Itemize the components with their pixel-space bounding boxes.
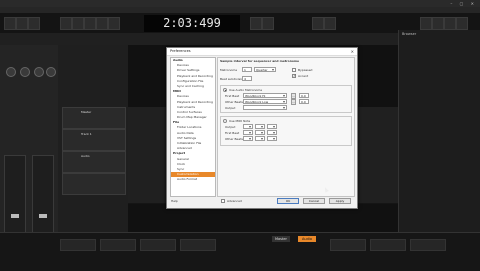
bottom-slot[interactable] [100,239,136,251]
bypassed-label: Bypassed [298,68,313,72]
window-titlebar: – ▢ ✕ [0,0,480,7]
other-beats-select[interactable]: Woodblock Low [243,99,287,104]
close-icon[interactable]: ✕ [351,48,354,55]
preferences-nav: Audio Devices Driver Settings Playback and … [170,57,216,197]
bottom-slot[interactable] [60,239,96,251]
bottom-value[interactable]: Master [272,236,290,242]
midi-row-select[interactable] [267,130,277,135]
track-header[interactable]: Master [62,107,126,129]
track-name: Audio [81,154,90,158]
midi-row-select[interactable] [243,136,253,141]
forward-button[interactable] [72,17,84,30]
other-beats-label: Other Beats [225,100,243,104]
midi-metronome-group: Use MIDI Note Output First Beat Other Be… [220,116,352,146]
advanced-label: Advanced [227,199,242,203]
accent-label: Accent [298,74,309,78]
output-select[interactable] [243,105,287,110]
dialog-titlebar: Preferences ✕ [167,48,357,56]
bottom-slot[interactable] [330,239,366,251]
track-list: Master Track 1 Audio [58,45,129,248]
loop-button[interactable] [250,17,262,30]
bottom-slot[interactable] [370,239,406,251]
transport-button[interactable] [4,17,16,30]
stop-button[interactable] [84,17,96,30]
midi-row-select[interactable] [267,136,277,141]
advanced-checkbox[interactable] [221,199,225,203]
dialog-title: Preferences [170,49,191,53]
metronome-unit-select[interactable]: Quarter [254,67,276,72]
midi-row-label: Output [225,125,236,129]
metronome-value-field[interactable]: 1 [242,67,252,72]
other-beats-browse-button[interactable]: … [291,99,296,105]
audio-metronome-radio[interactable] [223,88,227,92]
midi-note-label: Use MIDI Note [229,119,251,123]
accent-checkbox[interactable] [292,73,296,78]
play-button[interactable] [96,17,108,30]
ok-button[interactable]: OK [277,198,299,204]
first-beat-volume-field[interactable]: 0.0 [299,93,309,98]
window-controls[interactable]: – ▢ ✕ [450,0,477,7]
midi-row-select[interactable] [267,124,277,129]
midi-row-select[interactable] [255,124,265,129]
section-heading: Sample interval for sequencer and metron… [220,59,300,63]
audio-metronome-group: Use Audio Metronome First Beat Woodblock… [220,85,352,113]
bypassed-checkbox[interactable] [292,68,296,72]
help-label[interactable]: Help [171,199,178,203]
midi-note-radio[interactable] [223,119,227,123]
click-button[interactable] [324,17,336,30]
apply-button[interactable]: Apply [329,198,351,204]
transport-button[interactable] [28,17,40,30]
timecode-display: 2:03:499 [144,15,240,32]
view-button[interactable] [444,17,456,30]
nav-item[interactable]: Audio Format [171,177,215,182]
bottom-slot[interactable] [140,239,176,251]
record-button[interactable] [108,17,120,30]
bottom-bar: Master Audio [0,232,480,271]
bottom-value-active[interactable]: Audio [298,236,316,242]
inspector-panel [0,45,59,248]
preferences-content: Sample interval for sequencer and metron… [217,57,355,197]
midi-row-select[interactable] [243,130,253,135]
pan-knob[interactable] [34,67,44,77]
pan-knob[interactable] [46,67,56,77]
view-button[interactable] [420,17,432,30]
view-button[interactable] [456,17,468,30]
right-zone: Browser MIDI Metronome [398,30,480,248]
bottom-slot[interactable] [410,239,446,251]
punch-button[interactable] [262,17,274,30]
midi-row-select[interactable] [255,130,265,135]
metronome-label: Metronome [220,68,238,72]
midi-row-label: Other Beats [225,137,243,141]
first-beat-label: First Beat [225,94,240,98]
track-header[interactable]: Audio [62,151,126,173]
volume-fader[interactable] [11,214,19,218]
track-header[interactable] [62,173,126,195]
track-name: Track 1 [81,132,92,136]
audio-metronome-label: Use Audio Metronome [229,88,263,92]
pan-knob[interactable] [6,67,16,77]
nav-item[interactable]: Playback and Recording [171,100,215,105]
preferences-dialog: Preferences ✕ Audio Devices Driver Setting… [166,47,358,209]
output-label: Output [225,106,236,110]
transport-button[interactable] [16,17,28,30]
volume-fader[interactable] [39,214,47,218]
tempo-button[interactable] [312,17,324,30]
track-header[interactable]: Track 1 [62,129,126,151]
other-beats-volume-field[interactable]: 0.0 [299,99,309,104]
midi-row-label: First Beat [225,131,240,135]
rewind-button[interactable] [60,17,72,30]
beat-subdivision-field[interactable]: 4 [242,76,252,81]
first-beat-select[interactable]: Woodblock Hi [243,93,287,98]
track-name: Master [81,110,92,114]
bottom-slot[interactable] [180,239,216,251]
view-button[interactable] [432,17,444,30]
nav-item[interactable]: Playback and Recording [171,74,215,79]
midi-row-select[interactable] [255,136,265,141]
cancel-button[interactable]: Cancel [303,198,325,204]
pan-knob[interactable] [20,67,30,77]
midi-row-select[interactable] [243,124,253,129]
right-zone-header: Browser [402,32,417,36]
